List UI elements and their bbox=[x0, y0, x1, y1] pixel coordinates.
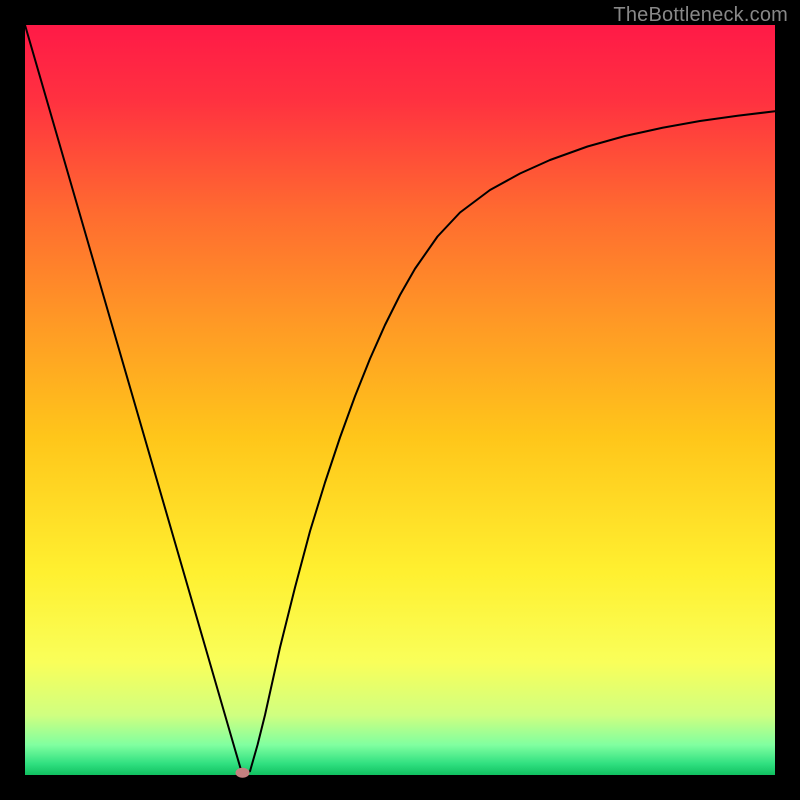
watermark-text: TheBottleneck.com bbox=[613, 4, 788, 27]
minimum-point-marker bbox=[236, 768, 250, 778]
plot-background bbox=[25, 25, 775, 775]
chart-container: { "watermark": "TheBottleneck.com", "cha… bbox=[0, 0, 800, 800]
bottleneck-chart bbox=[0, 0, 800, 800]
